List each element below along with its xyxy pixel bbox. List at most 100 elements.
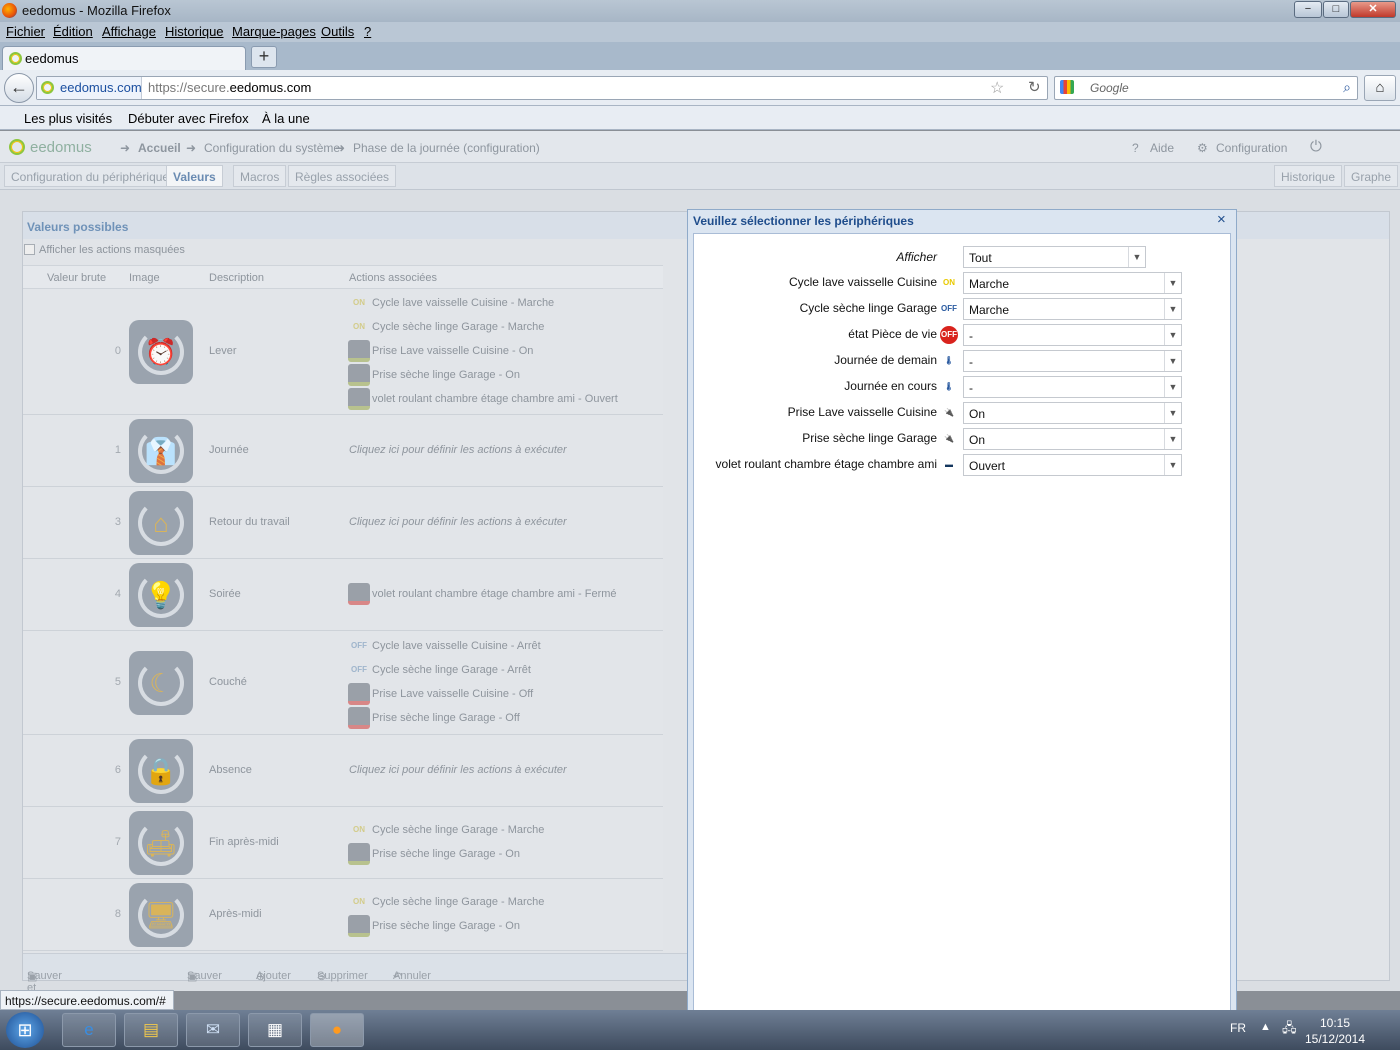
folder-icon[interactable]: ▤ — [124, 1013, 178, 1047]
bookmark-getting-started[interactable]: Débuter avec Firefox — [128, 111, 249, 126]
define-actions-link[interactable]: Cliquez ici pour définir les actions à e… — [349, 764, 567, 776]
table-row[interactable]: 5 ☾ Couché OFF Cycle lave vaisselle Cuisine … — [23, 631, 663, 735]
device-value-select[interactable]: On ▼ — [963, 428, 1182, 450]
menu-historique[interactable]: Historique — [165, 24, 224, 39]
action-item[interactable]: ON Cycle sèche linge Garage - Marche — [348, 819, 544, 843]
table-row[interactable]: 8 🖥 Après-midi ON Cycle sèche linge Garage -… — [23, 879, 663, 951]
table-row[interactable]: 1 👔 Journée Cliquez ici pour définir les ac… — [23, 415, 663, 487]
device-value-select[interactable]: Marche ▼ — [963, 272, 1182, 294]
network-icon[interactable]: 🖧 — [1282, 1019, 1297, 1041]
bookmark-star-icon[interactable]: ☆ — [990, 78, 1004, 98]
site-identity[interactable]: eedomus.com — [37, 77, 142, 99]
breadcrumb-accueil[interactable]: Accueil — [138, 141, 181, 155]
tab-historique[interactable]: Historique — [1274, 165, 1343, 187]
tab-configuration[interactable]: Configuration du périphérique — [4, 165, 177, 187]
breadcrumb-config[interactable]: Configuration du système — [204, 141, 340, 155]
action-item[interactable]: Prise sèche linge Garage - On — [348, 364, 520, 388]
device-value-select[interactable]: - ▼ — [963, 350, 1182, 372]
menu-affichage[interactable]: Affichage — [102, 24, 156, 39]
configuration-menu[interactable]: Configuration — [1216, 141, 1287, 155]
table-row[interactable]: 3 ⌂ Retour du travail Cliquez ici pour défi… — [23, 487, 663, 559]
action-item[interactable]: OFF Cycle lave vaisselle Cuisine - Arrêt — [348, 635, 541, 659]
device-value-select[interactable]: - ▼ — [963, 324, 1182, 346]
action-item[interactable]: volet roulant chambre étage chambre ami … — [348, 583, 617, 607]
firefox-taskbar-icon[interactable]: ● — [310, 1013, 364, 1047]
house-icon[interactable]: ⌂ — [129, 491, 193, 555]
action-item[interactable]: ON Cycle sèche linge Garage - Marche — [348, 316, 544, 340]
action-item[interactable]: ON Cycle sèche linge Garage - Marche — [348, 891, 544, 915]
reload-icon[interactable]: ↻ — [1028, 78, 1041, 96]
action-item[interactable]: Prise sèche linge Garage - On — [348, 915, 520, 939]
value-description[interactable]: Soirée — [209, 588, 241, 600]
url-text[interactable]: https://secure.eedomus.com — [148, 80, 311, 95]
back-button[interactable]: ← — [4, 73, 34, 103]
menu-outils[interactable]: Outils — [321, 24, 354, 39]
home-button[interactable]: ⌂ — [1364, 75, 1396, 101]
browser-tab[interactable]: eedomus — [2, 46, 246, 70]
checkbox-icon[interactable] — [24, 244, 35, 255]
action-item[interactable]: volet roulant chambre étage chambre ami … — [348, 388, 618, 412]
device-value-select[interactable]: On ▼ — [963, 402, 1182, 424]
table-row[interactable]: 7 🛋 Fin après-midi ON Cycle sèche linge Gara… — [23, 807, 663, 879]
action-item[interactable]: Prise sèche linge Garage - Off — [348, 707, 520, 731]
menu-fichier[interactable]: Fichier — [6, 24, 45, 39]
value-description[interactable]: Journée — [209, 444, 249, 456]
value-description[interactable]: Couché — [209, 676, 247, 688]
start-button[interactable]: ⊞ — [6, 1012, 44, 1048]
show-hidden-actions[interactable]: Afficher les actions masquées — [24, 244, 185, 256]
menu-marque-pages[interactable]: Marque-pages — [232, 24, 316, 39]
tray-arrow-icon[interactable]: ▲ — [1260, 1021, 1271, 1033]
tab-macros[interactable]: Macros — [233, 165, 287, 187]
dialog-close-icon[interactable]: × — [1217, 211, 1226, 228]
value-description[interactable]: Lever — [209, 345, 237, 357]
monitor-icon[interactable]: 🖥 — [129, 883, 193, 947]
table-row[interactable]: 0 ⏰ Lever ON Cycle lave vaisselle Cuisine - … — [23, 289, 663, 415]
device-value-select[interactable]: - ▼ — [963, 376, 1182, 398]
menu-help[interactable]: ? — [364, 24, 371, 39]
action-item[interactable]: Prise sèche linge Garage - On — [348, 843, 520, 867]
thunderbird-icon[interactable]: ✉ — [186, 1013, 240, 1047]
document-icon[interactable]: ▦ — [248, 1013, 302, 1047]
app-brand[interactable]: eedomus — [30, 139, 92, 156]
close-window-button[interactable]: ✕ — [1350, 1, 1396, 18]
action-item[interactable]: ON Cycle lave vaisselle Cuisine - Marche — [348, 292, 554, 316]
value-description[interactable]: Fin après-midi — [209, 836, 279, 848]
lamp-icon[interactable]: 💡 — [129, 563, 193, 627]
padlock-house-icon[interactable]: 🔒 — [129, 739, 193, 803]
tie-icon[interactable]: 👔 — [129, 419, 193, 483]
moon-icon[interactable]: ☾ — [129, 651, 193, 715]
tab-regles[interactable]: Règles associées — [288, 165, 397, 187]
value-description[interactable]: Retour du travail — [209, 516, 290, 528]
system-clock[interactable]: 10:15 15/12/2014 — [1300, 1015, 1370, 1047]
define-actions-link[interactable]: Cliquez ici pour définir les actions à e… — [349, 516, 567, 528]
minimize-button[interactable]: − — [1294, 1, 1322, 18]
search-icon[interactable]: ⌕ — [1343, 79, 1351, 96]
internet-explorer-icon[interactable]: e — [62, 1013, 116, 1047]
device-value-select[interactable]: Marche ▼ — [963, 298, 1182, 320]
tab-graphe[interactable]: Graphe — [1344, 165, 1399, 187]
power-icon[interactable]: ⏻ — [1310, 138, 1322, 155]
table-row[interactable]: 6 🔒 Absence Cliquez ici pour définir les ac… — [23, 735, 663, 807]
language-indicator[interactable]: FR — [1230, 1021, 1246, 1035]
define-actions-link[interactable]: Cliquez ici pour définir les actions à e… — [349, 444, 567, 456]
afficher-select[interactable]: Tout ▼ — [963, 246, 1146, 268]
maximize-button[interactable]: □ — [1323, 1, 1349, 18]
delete-label: Supprimer — [317, 970, 368, 982]
value-description[interactable]: Après-midi — [209, 908, 262, 920]
value-description[interactable]: Absence — [209, 764, 252, 776]
table-header: Valeur brute Image Description Actions a… — [23, 265, 663, 289]
table-row[interactable]: 4 💡 Soirée volet roulant chambre étage cham… — [23, 559, 663, 631]
bookmark-most-visited[interactable]: Les plus visités — [24, 111, 112, 126]
alarm-clock-icon[interactable]: ⏰ — [129, 320, 193, 384]
new-tab-button[interactable]: + — [251, 46, 277, 68]
action-item[interactable]: Prise Lave vaisselle Cuisine - Off — [348, 683, 533, 707]
tab-valeurs[interactable]: Valeurs — [166, 165, 223, 187]
sofa-icon[interactable]: 🛋 — [129, 811, 193, 875]
action-item[interactable]: Prise Lave vaisselle Cuisine - On — [348, 340, 533, 364]
menu-edition[interactable]: Édition — [53, 24, 93, 39]
device-value-select[interactable]: Ouvert ▼ — [963, 454, 1182, 476]
action-text: Prise sèche linge Garage - On — [372, 919, 520, 932]
action-item[interactable]: OFF Cycle sèche linge Garage - Arrêt — [348, 659, 531, 683]
bookmark-a-la-une[interactable]: À la une — [262, 111, 310, 126]
help-menu[interactable]: Aide — [1150, 141, 1174, 155]
